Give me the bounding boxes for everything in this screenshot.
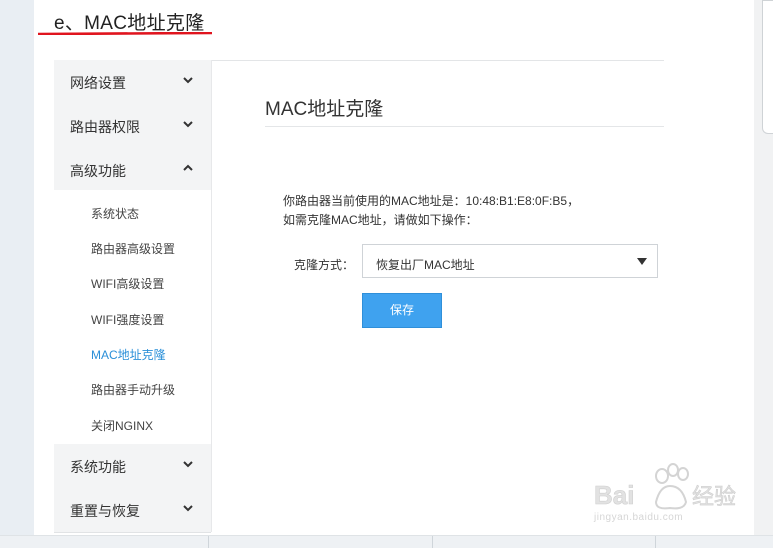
sidebar-item-system-functions[interactable]: 系统功能 xyxy=(54,444,211,489)
submenu-item-manual-upgrade[interactable]: 路由器手动升级 xyxy=(91,381,175,398)
divider xyxy=(265,126,664,127)
watermark-url: jingyan.baidu.com xyxy=(594,512,684,523)
clone-method-value: 恢复出厂MAC地址 xyxy=(376,258,475,272)
chevron-down-icon xyxy=(183,121,193,128)
instruction-text: 如需克隆MAC地址，请做如下操作： xyxy=(283,213,478,227)
clone-method-select[interactable]: 恢复出厂MAC地址 xyxy=(362,244,658,278)
submenu-item-mac-clone[interactable]: MAC地址克隆 xyxy=(91,346,166,363)
sidebar-item-label: 系统功能 xyxy=(70,459,126,475)
divider xyxy=(655,536,656,548)
submenu-advanced: 系统状态 路由器高级设置 WIFI高级设置 WIFI强度设置 MAC地址克隆 路… xyxy=(54,190,211,444)
divider xyxy=(212,60,664,61)
sidebar-item-reset-restore[interactable]: 重置与恢复 xyxy=(54,488,211,533)
submenu-item-close-nginx[interactable]: 关闭NGINX xyxy=(91,417,153,434)
sidebar-item-network-settings[interactable]: 网络设置 xyxy=(54,60,211,105)
sidebar-item-label: 网络设置 xyxy=(70,75,126,91)
chevron-down-icon xyxy=(183,505,193,512)
side-panel-tab[interactable] xyxy=(762,0,773,134)
bottom-bar xyxy=(0,535,773,548)
sidebar-item-advanced-functions[interactable]: 高级功能 xyxy=(54,148,211,193)
page-title: MAC地址克隆 xyxy=(265,99,384,120)
sidebar-item-router-permissions[interactable]: 路由器权限 xyxy=(54,104,211,149)
chevron-down-icon xyxy=(183,461,193,468)
submenu-item-router-advanced-settings[interactable]: 路由器高级设置 xyxy=(91,240,175,257)
svg-text:Bai: Bai xyxy=(594,480,634,510)
submenu-item-wifi-advanced-settings[interactable]: WIFI高级设置 xyxy=(91,275,164,292)
sidebar-item-label: 重置与恢复 xyxy=(70,503,140,519)
divider xyxy=(432,536,433,548)
divider xyxy=(208,536,209,548)
current-mac-text: 你路由器当前使用的MAC地址是：10:48:B1:E8:0F:B5， xyxy=(283,194,580,208)
sidebar: 网络设置 路由器权限 高级功能 系统状态 路由器高级设置 WIFI高级设置 WI… xyxy=(54,60,212,533)
caret-down-icon xyxy=(637,258,647,265)
save-button[interactable]: 保存 xyxy=(362,293,442,328)
sidebar-item-label: 路由器权限 xyxy=(70,119,140,135)
chevron-up-icon xyxy=(183,164,193,171)
step-title: e、MAC地址克隆 xyxy=(54,13,205,34)
red-underline xyxy=(38,32,212,35)
svg-text:经验: 经验 xyxy=(692,484,736,509)
clone-method-label: 克隆方式： xyxy=(294,258,355,272)
svg-text:du: du xyxy=(663,491,680,507)
submenu-item-system-status[interactable]: 系统状态 xyxy=(91,205,139,222)
sidebar-item-label: 高级功能 xyxy=(70,163,126,179)
chevron-down-icon xyxy=(183,77,193,84)
submenu-item-wifi-strength-settings[interactable]: WIFI强度设置 xyxy=(91,311,164,328)
